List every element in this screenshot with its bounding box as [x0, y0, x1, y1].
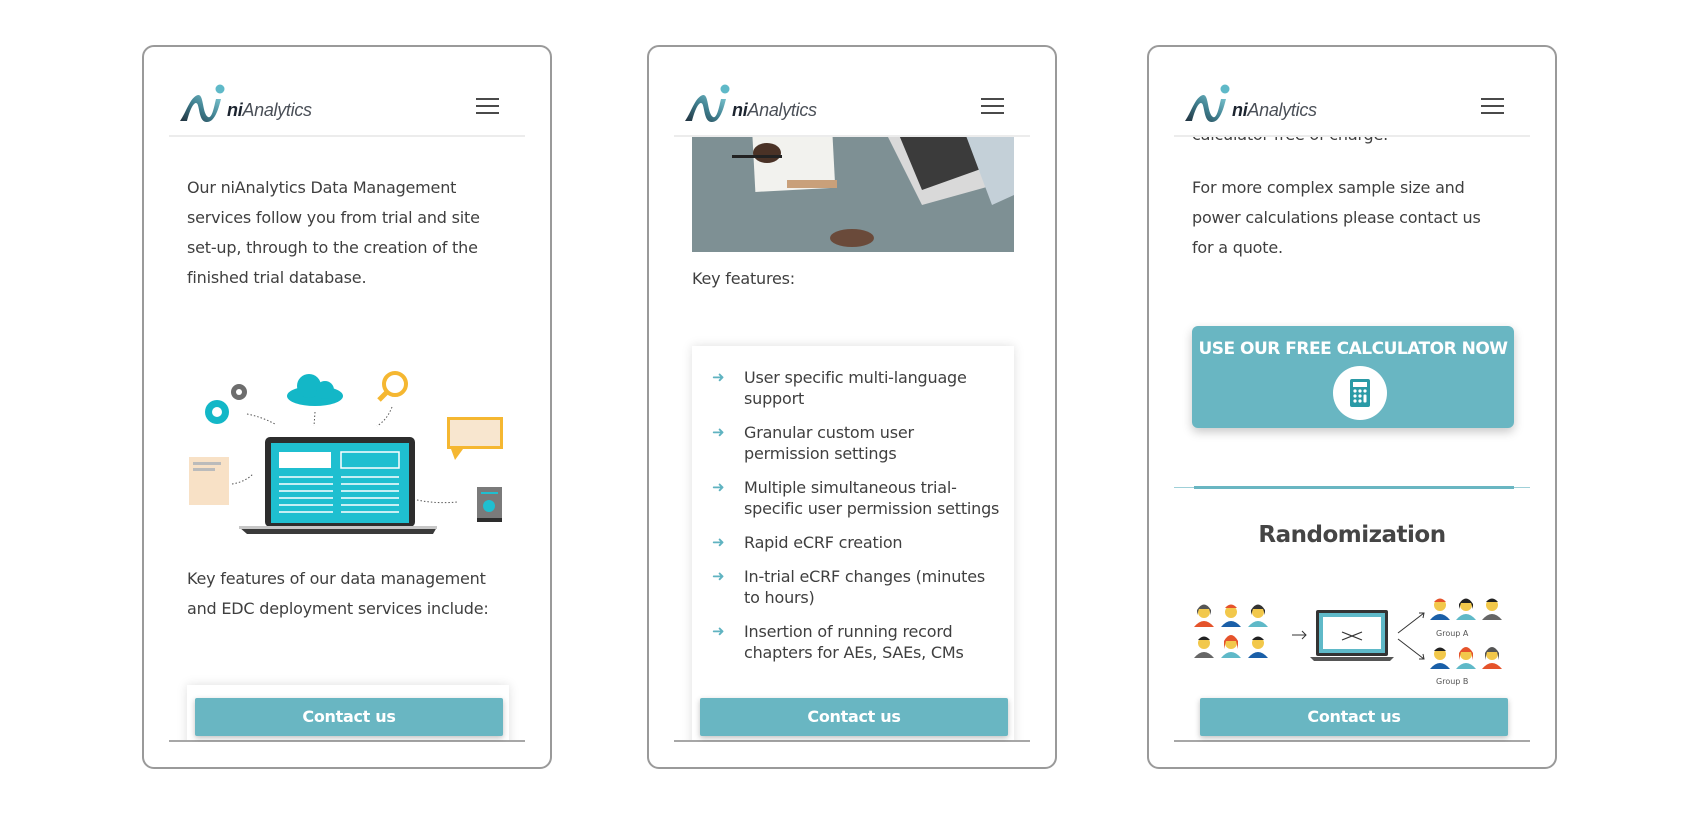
section-divider-accent: [1194, 486, 1514, 489]
site-header: niAnalytics: [169, 47, 525, 137]
bottom-divider: [1174, 740, 1530, 742]
site-header: niAnalytics: [1174, 47, 1530, 137]
group-b-label: Group B: [1436, 677, 1469, 686]
people-group-icon: [1194, 604, 1268, 658]
arrow-icon: [1292, 630, 1307, 640]
laptop-shuffle-icon: [1310, 610, 1394, 661]
niAnalytics-logo[interactable]: niAnalytics: [683, 83, 818, 125]
page-viewport[interactable]: calculator free of charge. niAnalytics F…: [1174, 47, 1530, 742]
logo-text: niAnalytics: [732, 100, 817, 120]
randomization-title: Randomization: [1258, 522, 1446, 548]
page-viewport[interactable]: niAnalytics Key features: ➜ User specific…: [674, 47, 1030, 742]
group-a-label: Group A: [1436, 629, 1469, 638]
logo-text: niAnalytics: [1232, 100, 1317, 120]
feature-item: ➜ In-trial eCRF changes (minutes to hours…: [712, 567, 986, 607]
hamburger-menu-icon[interactable]: [981, 98, 1004, 115]
niAnalytics-logo[interactable]: niAnalytics: [178, 83, 313, 125]
phone-screen-data-management: niAnalytics Our niAnalytics Data Managem…: [142, 45, 552, 769]
feature-item: ➜ Rapid eCRF creation: [712, 533, 903, 552]
document-icon: [189, 457, 229, 505]
free-calculator-button[interactable]: USE OUR FREE CALCULATOR NOW: [1192, 326, 1514, 428]
logo-mark-icon: [685, 84, 730, 123]
arrow-right-icon: ➜: [712, 567, 725, 585]
phone-screen-key-features: niAnalytics Key features: ➜ User specific…: [647, 45, 1057, 769]
calculator-button-label: USE OUR FREE CALCULATOR NOW: [1198, 339, 1508, 359]
magnifier-icon: [377, 371, 408, 402]
cloud-icon: [287, 374, 343, 406]
phone-screen-calculator-randomization: calculator free of charge. niAnalytics F…: [1147, 45, 1557, 769]
storage-device-icon: [477, 487, 502, 522]
arrow-icon: [1397, 612, 1425, 634]
contact-us-button[interactable]: Contact us: [1200, 698, 1508, 736]
group-a-people-icon: [1430, 598, 1502, 620]
site-header: niAnalytics: [674, 47, 1030, 137]
bottom-divider: [169, 740, 525, 742]
gear-icon: [205, 384, 247, 424]
key-features-intro: Key features of our data management and …: [187, 569, 489, 618]
desk-laptop-clipboard-photo: [692, 135, 1014, 252]
arrow-right-icon: ➜: [712, 533, 725, 551]
hamburger-menu-icon[interactable]: [1481, 98, 1504, 115]
calculator-icon: [1333, 366, 1387, 420]
logo-mark-icon: [1185, 84, 1230, 123]
contact-for-quote-paragraph: For more complex sample size and power c…: [1192, 178, 1481, 257]
feature-item: ➜ Granular custom user permission setting…: [712, 423, 914, 463]
intro-paragraph: Our niAnalytics Data Management services…: [187, 178, 480, 287]
contact-us-button[interactable]: Contact us: [700, 698, 1008, 736]
bottom-divider: [674, 740, 1030, 742]
feature-item: ➜ User specific multi-language support: [712, 368, 967, 408]
contact-us-button[interactable]: Contact us: [195, 698, 503, 736]
arrow-icon: [1397, 638, 1425, 660]
key-features-label: Key features:: [692, 269, 795, 288]
logo-mark-icon: [180, 84, 225, 123]
arrow-right-icon: ➜: [712, 622, 725, 640]
feature-item: ➜ Multiple simultaneous trial-specific us…: [712, 478, 1000, 518]
feature-list-card: ➜ User specific multi-language support ➜ G…: [692, 346, 1014, 742]
chat-bubble-icon: [447, 417, 503, 460]
hero-photo: [692, 135, 1014, 252]
hamburger-menu-icon[interactable]: [476, 98, 499, 115]
feature-item: ➜ Insertion of running record chapters fo…: [712, 622, 964, 662]
group-b-people-icon: [1430, 647, 1502, 669]
laptop-data-management-illustration: [189, 371, 503, 534]
laptop-icon: [239, 437, 437, 534]
niAnalytics-logo[interactable]: niAnalytics: [1183, 83, 1318, 125]
arrow-right-icon: ➜: [712, 368, 725, 386]
page-viewport[interactable]: niAnalytics Our niAnalytics Data Managem…: [169, 47, 525, 742]
arrow-right-icon: ➜: [712, 423, 725, 441]
arrow-right-icon: ➜: [712, 478, 725, 496]
logo-text: niAnalytics: [227, 100, 312, 120]
